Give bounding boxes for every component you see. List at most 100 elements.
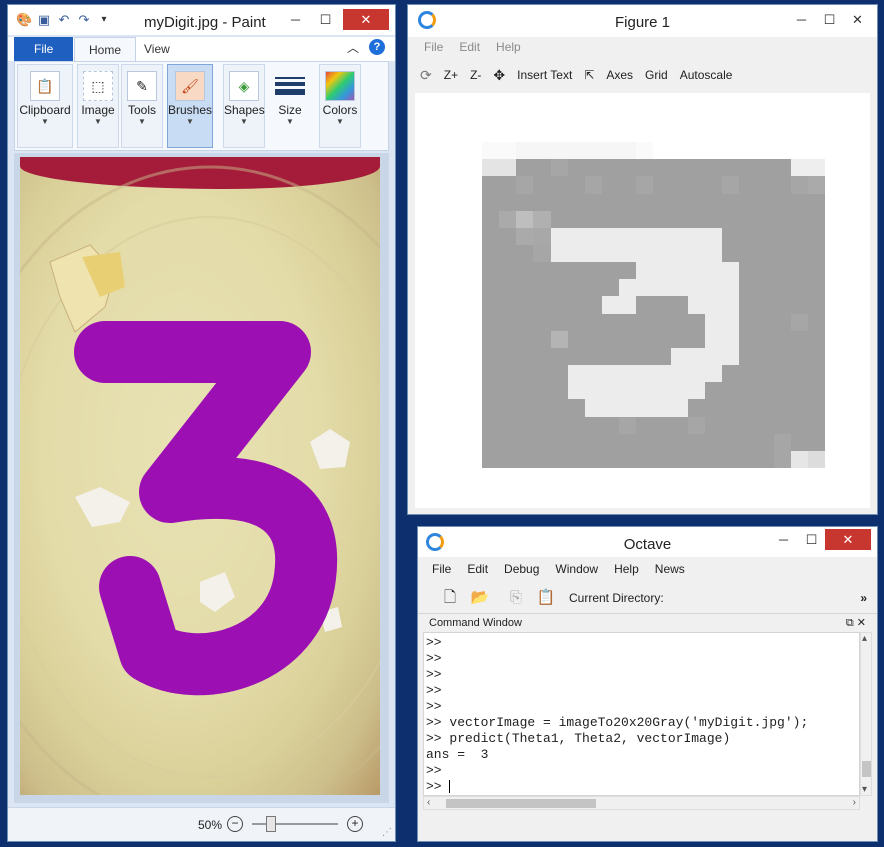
pixel-cell — [790, 279, 808, 297]
canvas-area[interactable] — [14, 153, 389, 803]
resize-grip-icon[interactable]: ⋰ — [382, 827, 392, 838]
scrollbar-thumb[interactable] — [446, 799, 596, 808]
help-icon[interactable]: ? — [369, 39, 385, 55]
drawing-canvas[interactable] — [20, 157, 380, 795]
minimize-button[interactable]: ─ — [770, 529, 797, 550]
autoscale-button[interactable]: Autoscale — [680, 68, 733, 82]
close-button[interactable]: ✕ — [343, 9, 389, 30]
zoom-in-button[interactable]: Z+ — [444, 68, 458, 82]
copy-icon[interactable]: ⎘ — [504, 587, 528, 609]
scroll-right-icon[interactable]: › — [853, 797, 856, 808]
pixel-cell — [653, 330, 671, 348]
menu-debug[interactable]: Debug — [504, 562, 539, 576]
minimize-button[interactable]: ─ — [788, 9, 815, 30]
new-script-icon[interactable]: 🗋 — [438, 587, 462, 609]
pixel-cell — [602, 245, 620, 263]
pixel-cell — [550, 159, 568, 177]
paste-icon[interactable]: 📋 — [534, 587, 558, 609]
customize-qat-icon[interactable]: ▾ — [96, 12, 112, 28]
dropdown-arrow-icon: ▼ — [138, 117, 146, 126]
pixel-cell — [499, 142, 517, 160]
menu-file[interactable]: File — [432, 562, 451, 576]
horizontal-scrollbar[interactable]: ‹ › — [423, 796, 860, 810]
pixel-cell — [636, 433, 654, 451]
pixel-cell — [482, 313, 500, 331]
zoom-slider-thumb[interactable] — [265, 816, 276, 832]
scroll-left-icon[interactable]: ‹ — [427, 797, 430, 808]
console-line: >> — [426, 667, 442, 682]
scrollbar-thumb[interactable] — [862, 761, 871, 777]
zoom-out-button[interactable]: − — [227, 816, 243, 832]
pixel-cell — [516, 296, 534, 314]
pixel-cell — [704, 159, 723, 177]
insert-text-button[interactable]: Insert Text — [517, 68, 572, 82]
maximize-button[interactable]: ☐ — [816, 9, 843, 30]
menu-news[interactable]: News — [655, 562, 685, 576]
tab-home[interactable]: Home — [74, 37, 137, 61]
paint-title: myDigit.jpg - Paint — [144, 14, 266, 31]
plot-area[interactable] — [415, 93, 870, 508]
maximize-button[interactable]: ☐ — [312, 9, 339, 30]
pixel-cell — [739, 210, 757, 228]
pixel-cell — [739, 125, 757, 143]
image-group[interactable]: ⬚ Image ▼ — [77, 64, 119, 148]
grid-button[interactable]: Grid — [645, 68, 668, 82]
vertical-scrollbar[interactable]: ▴ ▾ — [860, 632, 872, 796]
pixel-cell — [722, 347, 740, 366]
save-icon[interactable]: ▣ — [36, 12, 52, 28]
size-group[interactable]: Size ▼ — [269, 64, 311, 148]
rotate-icon[interactable]: ⟳ — [420, 67, 432, 84]
pixel-cell — [790, 450, 808, 468]
scroll-down-icon[interactable]: ▾ — [862, 784, 867, 795]
menu-window[interactable]: Window — [555, 562, 598, 576]
menu-help[interactable]: Help — [614, 562, 639, 576]
pixel-cell — [602, 347, 620, 366]
undo-icon[interactable]: ↶ — [56, 12, 72, 28]
pan-icon[interactable]: ✥ — [493, 67, 505, 84]
axes-button[interactable]: Axes — [606, 68, 633, 82]
select-cursor-icon[interactable]: ⇱ — [584, 68, 594, 82]
pixel-cell — [756, 296, 774, 314]
menu-help[interactable]: Help — [496, 40, 521, 54]
pixel-cell — [704, 365, 723, 383]
pixel-cell — [756, 125, 774, 143]
pixel-cell — [807, 245, 825, 263]
colors-group[interactable]: Colors ▼ — [319, 64, 361, 148]
zoom-slider[interactable] — [252, 823, 338, 825]
menu-edit[interactable]: Edit — [467, 562, 488, 576]
zoom-in-button[interactable]: + — [347, 816, 363, 832]
pixel-cell — [602, 416, 620, 434]
pixel-cell — [807, 416, 825, 434]
open-folder-icon[interactable]: 📂 — [468, 587, 492, 609]
collapse-ribbon-icon[interactable]: ︿ — [347, 39, 359, 56]
scroll-up-icon[interactable]: ▴ — [862, 633, 867, 644]
pixel-cell — [739, 365, 757, 383]
menu-file[interactable]: File — [424, 40, 443, 54]
pixel-cell — [584, 399, 603, 417]
menu-edit[interactable]: Edit — [459, 40, 480, 54]
command-window[interactable]: >> >> >> >> >> >> vectorImage = imageTo20x20G… — [423, 632, 860, 796]
undock-close-icon[interactable]: ⧉ ✕ — [846, 614, 866, 632]
redo-icon[interactable]: ↷ — [76, 12, 92, 28]
pixel-cell — [653, 262, 671, 280]
pixel-cell — [670, 347, 688, 366]
dropdown-arrow-icon: ▼ — [94, 117, 102, 126]
close-button[interactable]: ✕ — [825, 529, 871, 550]
minimize-button[interactable]: ─ — [282, 9, 309, 30]
brushes-group[interactable]: 🖌 Brushes ▼ — [167, 64, 213, 148]
command-window-label: Command Window — [429, 617, 522, 629]
tab-file[interactable]: File — [14, 37, 74, 61]
shapes-group[interactable]: ◈ Shapes ▼ — [223, 64, 265, 148]
tab-view[interactable]: View — [130, 37, 184, 61]
pixel-cell — [567, 330, 585, 348]
pixel-cell — [636, 262, 654, 280]
paint-app-icon[interactable]: 🎨 — [16, 12, 32, 28]
zoom-out-button[interactable]: Z- — [470, 68, 481, 82]
pixel-cell — [482, 125, 500, 143]
clipboard-group[interactable]: 📋 Clipboard ▼ — [17, 64, 73, 148]
close-button[interactable]: ✕ — [844, 9, 871, 30]
tools-group[interactable]: ✎ Tools ▼ — [121, 64, 163, 148]
toolbar-overflow-icon[interactable]: » — [860, 591, 867, 605]
maximize-button[interactable]: ☐ — [798, 529, 825, 550]
pixel-cell — [687, 210, 705, 228]
